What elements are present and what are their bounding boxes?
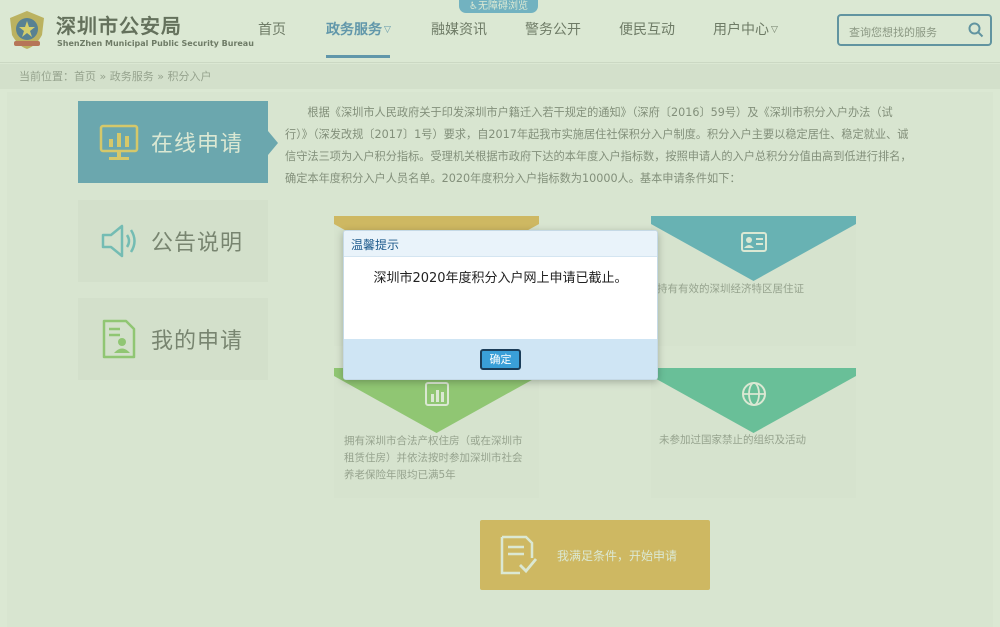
dialog-footer: 确定	[344, 339, 657, 379]
notice-dialog: 温馨提示 深圳市2020年度积分入户网上申请已截止。 确定	[343, 230, 658, 380]
page: 深圳市公安局 ShenZhen Municipal Public Securit…	[0, 0, 1000, 627]
dialog-title: 温馨提示	[351, 238, 400, 252]
dialog-header: 温馨提示	[344, 231, 657, 257]
ok-button[interactable]: 确定	[480, 349, 521, 370]
dialog-message: 深圳市2020年度积分入户网上申请已截止。	[373, 271, 628, 286]
